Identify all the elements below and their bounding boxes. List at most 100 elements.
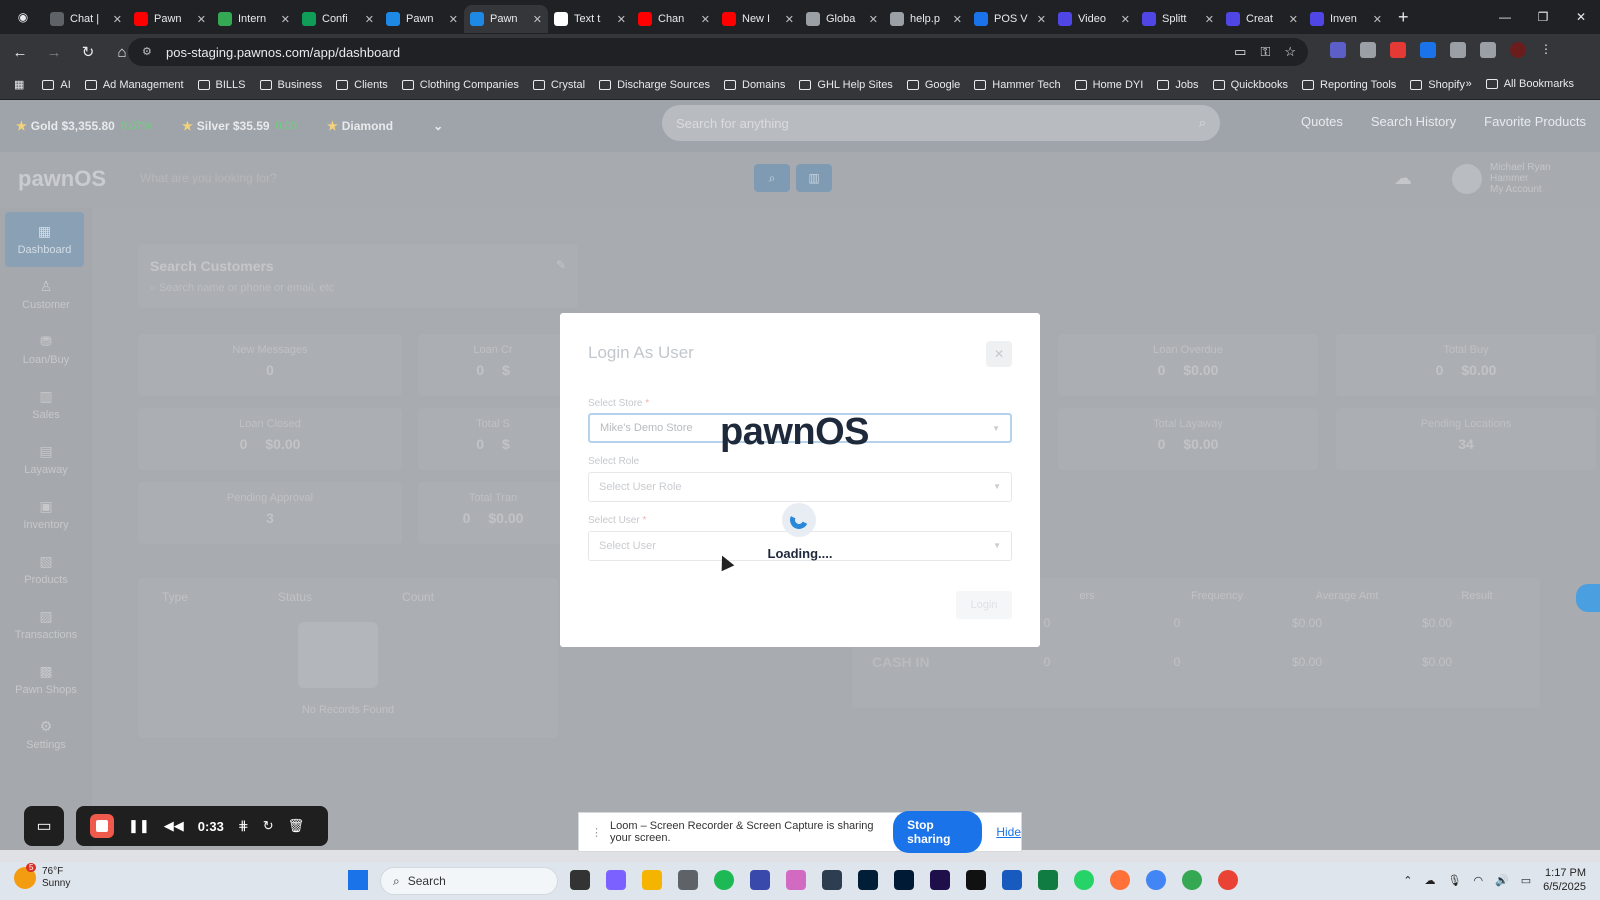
clock[interactable]: 1:17 PM 6/5/2025 (1543, 866, 1586, 894)
bookmark-folder[interactable]: BILLS (197, 79, 246, 91)
notifications-icon[interactable]: ☁ (1394, 168, 1412, 189)
bookmark-folder[interactable]: Business (259, 79, 322, 91)
sidebar-item-transactions[interactable]: ▨ Transactions (0, 597, 92, 652)
drag-handle-icon[interactable]: ⋮ (591, 826, 602, 839)
bookmark-folder[interactable]: Home DYI (1074, 79, 1143, 91)
scan-button[interactable]: ▥ (796, 164, 832, 192)
browser-tab[interactable]: Confi ✕ (296, 5, 380, 33)
linear-icon[interactable] (750, 870, 770, 890)
capcut-icon[interactable] (966, 870, 986, 890)
bookmark-folder[interactable]: Clothing Companies (401, 79, 519, 91)
extension-icon[interactable] (1330, 42, 1346, 58)
minimize-icon[interactable]: — (1486, 0, 1524, 34)
grid-icon[interactable]: ⋕ (238, 818, 249, 834)
bookmark-folder[interactable]: Discharge Sources (599, 79, 710, 91)
browser-tab[interactable]: New I ✕ (716, 5, 800, 33)
customer-search-input[interactable]: ⌕ Search name or phone or email, etc (150, 282, 334, 295)
new-tab-icon[interactable]: + (1398, 7, 1409, 28)
loom-extension-icon[interactable] (1420, 42, 1436, 58)
sidebar-item-layaway[interactable]: ▤ Layaway (0, 432, 92, 487)
calculator-icon[interactable] (678, 870, 698, 890)
stop-sharing-button[interactable]: Stop sharing (893, 811, 983, 853)
login-button[interactable]: Login (956, 591, 1012, 619)
top-link[interactable]: Favorite Products (1484, 114, 1586, 129)
sidebar-item-pawn-shops[interactable]: ▩ Pawn Shops (0, 652, 92, 707)
sidebar-item-customer[interactable]: ♙ Customer (0, 267, 92, 322)
bookmark-folder[interactable]: GHL Help Sites (799, 79, 893, 91)
browser-tab[interactable]: Chat | ✕ (44, 5, 128, 33)
side-panel-icon[interactable] (1480, 42, 1496, 58)
tab-close-icon[interactable]: ✕ (1205, 13, 1214, 26)
bookmark-folder[interactable]: AI (42, 79, 71, 91)
browser-tab[interactable]: Chan ✕ (632, 5, 716, 33)
tab-close-icon[interactable]: ✕ (533, 13, 542, 26)
browser-tab[interactable]: Splitt ✕ (1136, 5, 1220, 33)
close-window-icon[interactable]: ✕ (1562, 0, 1600, 34)
user-menu[interactable]: ☁ Michael Ryan Hammer My Account (1394, 162, 1560, 195)
search-icon[interactable]: ⌕ (1199, 115, 1206, 131)
password-key-icon[interactable]: ⚿ (1260, 44, 1270, 60)
weather-widget[interactable]: 5 76°F Sunny (14, 863, 70, 890)
chrome-profile-2-icon[interactable] (1182, 870, 1202, 890)
spotify-icon[interactable] (714, 870, 734, 890)
role-select[interactable]: Select User Role ▼ (588, 472, 1012, 502)
install-app-icon[interactable]: ▭ (1234, 44, 1246, 60)
tab-close-icon[interactable]: ✕ (1373, 13, 1382, 26)
tab-close-icon[interactable]: ✕ (701, 13, 710, 26)
volume-icon[interactable]: 🔊 (1495, 874, 1509, 887)
chrome-profile-3-icon[interactable] (1218, 870, 1238, 890)
browser-tab[interactable]: Pawn ✕ (380, 5, 464, 33)
browser-tab[interactable]: Creat ✕ (1220, 5, 1304, 33)
edit-icon[interactable]: ✎ (556, 258, 566, 272)
search-button[interactable]: ⌕ (754, 164, 790, 192)
wifi-icon[interactable]: ◠ (1473, 874, 1483, 887)
photoshop-icon[interactable] (858, 870, 878, 890)
browser-tab[interactable]: Inven ✕ (1304, 5, 1388, 33)
tab-close-icon[interactable]: ✕ (281, 13, 290, 26)
tab-close-icon[interactable]: ✕ (449, 13, 458, 26)
top-link[interactable]: Search History (1371, 114, 1456, 129)
tab-close-icon[interactable]: ✕ (365, 13, 374, 26)
chat-widget-button[interactable] (1576, 584, 1600, 612)
firefox-icon[interactable] (1110, 870, 1130, 890)
rush-icon[interactable] (930, 870, 950, 890)
whatsapp-icon[interactable] (1074, 870, 1094, 890)
browser-tab[interactable]: Intern ✕ (212, 5, 296, 33)
reload-icon[interactable]: ↻ (74, 38, 102, 66)
rewind-icon[interactable]: ◀◀ (164, 818, 184, 834)
sidebar-item-products[interactable]: ▧ Products (0, 542, 92, 597)
browser-tab[interactable]: Video ✕ (1052, 5, 1136, 33)
browser-tab[interactable]: Pawn ✕ (464, 5, 548, 33)
chrome-menu-icon[interactable]: ◉ (10, 4, 36, 30)
apps-grid-icon[interactable]: ▦ (14, 78, 24, 91)
bookmark-folder[interactable]: Clients (336, 79, 388, 91)
battery-icon[interactable]: ▭ (1521, 874, 1531, 887)
trash-icon[interactable]: 🗑 (288, 818, 305, 834)
word-icon[interactable] (1002, 870, 1022, 890)
task-view-icon[interactable] (570, 870, 590, 890)
loom-camera-button[interactable]: ▭ (24, 806, 64, 846)
snipping-tool-icon[interactable] (606, 870, 626, 890)
bookmark-folder[interactable]: Hammer Tech (974, 79, 1061, 91)
modal-close-button[interactable]: ✕ (986, 341, 1012, 367)
sidebar-item-loan-buy[interactable]: ⛃ Loan/Buy (0, 322, 92, 377)
tab-close-icon[interactable]: ✕ (1289, 13, 1298, 26)
lightroom-icon[interactable] (894, 870, 914, 890)
tab-close-icon[interactable]: ✕ (785, 13, 794, 26)
url-bar[interactable]: ⚙ pos-staging.pawnos.com/app/dashboard ▭… (128, 38, 1308, 66)
pen-extension-icon[interactable] (1360, 42, 1376, 58)
show-hidden-icon[interactable]: ⌃ (1403, 874, 1412, 887)
top-link[interactable]: Quotes (1301, 114, 1343, 129)
file-explorer-icon[interactable] (642, 870, 662, 890)
sidebar-item-dashboard[interactable]: ▦ Dashboard (5, 212, 84, 267)
restore-icon[interactable]: ❐ (1524, 0, 1562, 34)
more-bookmarks-icon[interactable]: » (1466, 78, 1472, 90)
tab-close-icon[interactable]: ✕ (953, 13, 962, 26)
site-info-icon[interactable]: ⚙ (142, 45, 156, 59)
tab-close-icon[interactable]: ✕ (1121, 13, 1130, 26)
sidebar-item-inventory[interactable]: ▣ Inventory (0, 487, 92, 542)
taskbar-search[interactable]: ⌕ Search (380, 867, 558, 895)
diamond-price[interactable]: ★ Diamond ⌄ (327, 119, 443, 133)
windows-start-icon[interactable] (348, 870, 368, 890)
header-search-input[interactable]: What are you looking for? (130, 162, 750, 194)
